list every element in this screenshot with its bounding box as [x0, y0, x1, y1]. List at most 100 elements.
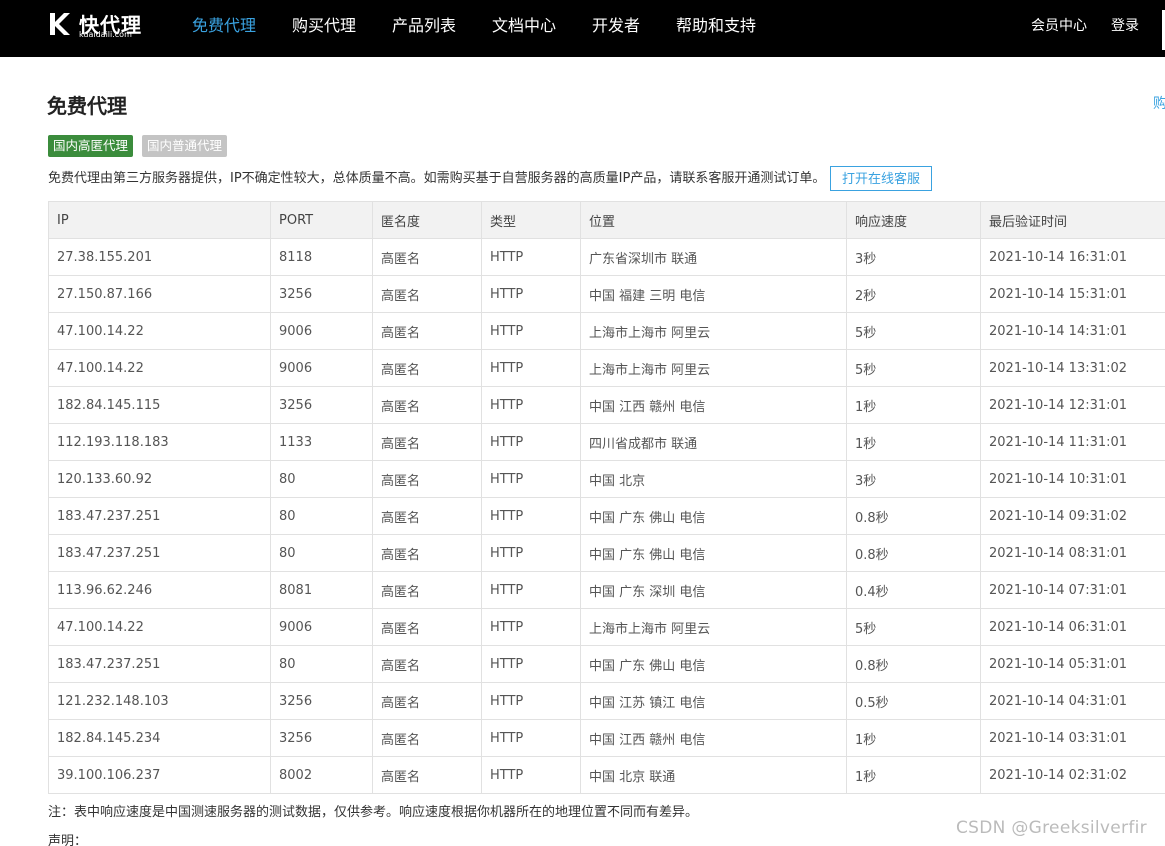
cell-location: 中国 江苏 镇江 电信: [580, 682, 847, 720]
cell-anonymity: 高匿名: [372, 608, 482, 646]
cell-port: 3256: [270, 719, 373, 757]
cell-type: HTTP: [481, 349, 581, 387]
cell-anonymity: 高匿名: [372, 460, 482, 498]
cell-location: 中国 福建 三明 电信: [580, 275, 847, 313]
cell-speed: 1秒: [846, 756, 981, 794]
cell-port: 80: [270, 534, 373, 572]
member-center-link[interactable]: 会员中心: [1031, 15, 1087, 37]
cell-port: 1133: [270, 423, 373, 461]
header-anonymity: 匿名度: [372, 201, 482, 239]
cell-port: 3256: [270, 682, 373, 720]
table-row: 112.193.118.183 1133 高匿名 HTTP 四川省成都市 联通 1秒 202…: [48, 423, 1165, 461]
cell-ip: 183.47.237.251: [48, 497, 271, 535]
cell-ip: 183.47.237.251: [48, 645, 271, 683]
nav-help-support[interactable]: 帮助和支持: [676, 14, 756, 38]
cell-type: HTTP: [481, 312, 581, 350]
cell-anonymity: 高匿名: [372, 682, 482, 720]
buy-link-partial[interactable]: 购: [1153, 93, 1165, 113]
cell-speed: 3秒: [846, 238, 981, 276]
cell-last-verified: 2021-10-14 07:31:01: [980, 571, 1165, 609]
cell-last-verified: 2021-10-14 09:31:02: [980, 497, 1165, 535]
online-service-button[interactable]: 打开在线客服: [830, 166, 932, 191]
speed-note: 注：表中响应速度是中国测速服务器的测试数据，仅供参考。响应速度根据你机器所在的地…: [48, 805, 699, 820]
cell-port: 8118: [270, 238, 373, 276]
cell-type: HTTP: [481, 460, 581, 498]
cell-anonymity: 高匿名: [372, 645, 482, 683]
cell-speed: 3秒: [846, 460, 981, 498]
logo-k-icon: [50, 13, 70, 35]
nav-developer[interactable]: 开发者: [592, 14, 640, 38]
table-row: 120.133.60.92 80 高匿名 HTTP 中国 北京 3秒 2021-10-14 …: [48, 460, 1165, 498]
cell-location: 中国 广东 深圳 电信: [580, 571, 847, 609]
cell-anonymity: 高匿名: [372, 238, 482, 276]
cell-type: HTTP: [481, 756, 581, 794]
cell-port: 9006: [270, 312, 373, 350]
cell-location: 中国 广东 佛山 电信: [580, 534, 847, 572]
cell-last-verified: 2021-10-14 16:31:01: [980, 238, 1165, 276]
tab-high-anonymous[interactable]: 国内高匿代理: [48, 135, 134, 157]
cell-last-verified: 2021-10-14 05:31:01: [980, 645, 1165, 683]
cell-port: 3256: [270, 386, 373, 424]
cell-anonymity: 高匿名: [372, 571, 482, 609]
cell-speed: 2秒: [846, 275, 981, 313]
cell-type: HTTP: [481, 608, 581, 646]
nav-free-proxy[interactable]: 免费代理: [192, 14, 256, 38]
description-text: 免费代理由第三方服务器提供，IP不确定性较大，总体质量不高。如需购买基于自营服务…: [48, 171, 826, 186]
cell-type: HTTP: [481, 238, 581, 276]
cell-speed: 5秒: [846, 349, 981, 387]
cell-anonymity: 高匿名: [372, 423, 482, 461]
table-row: 121.232.148.103 3256 高匿名 HTTP 中国 江苏 镇江 电信 0.5…: [48, 682, 1165, 720]
cell-ip: 47.100.14.22: [48, 349, 271, 387]
site-logo[interactable]: 快代理 kuaidaili.com: [47, 11, 143, 39]
cell-last-verified: 2021-10-14 08:31:01: [980, 534, 1165, 572]
cell-location: 上海市上海市 阿里云: [580, 349, 847, 387]
cell-port: 80: [270, 497, 373, 535]
cell-ip: 112.193.118.183: [48, 423, 271, 461]
cell-port: 8081: [270, 571, 373, 609]
cell-speed: 5秒: [846, 608, 981, 646]
cell-location: 中国 广东 佛山 电信: [580, 645, 847, 683]
cell-speed: 0.8秒: [846, 497, 981, 535]
cell-type: HTTP: [481, 682, 581, 720]
cell-last-verified: 2021-10-14 03:31:01: [980, 719, 1165, 757]
cell-ip: 183.47.237.251: [48, 534, 271, 572]
proxy-table: IP PORT 匿名度 类型 位置 响应速度 最后验证时间 27.38.155.…: [48, 201, 1165, 794]
cell-port: 80: [270, 460, 373, 498]
cell-speed: 0.5秒: [846, 682, 981, 720]
nav-buy-proxy[interactable]: 购买代理: [292, 14, 356, 38]
nav-docs[interactable]: 文档中心: [492, 14, 556, 38]
cell-port: 9006: [270, 349, 373, 387]
cell-last-verified: 2021-10-14 02:31:02: [980, 756, 1165, 794]
header-port: PORT: [270, 201, 373, 239]
logo-domain: kuaidaili.com: [79, 30, 132, 39]
cell-last-verified: 2021-10-14 11:31:01: [980, 423, 1165, 461]
cell-port: 80: [270, 645, 373, 683]
cell-type: HTTP: [481, 571, 581, 609]
cell-location: 中国 北京: [580, 460, 847, 498]
cell-last-verified: 2021-10-14 04:31:01: [980, 682, 1165, 720]
table-row: 27.38.155.201 8118 高匿名 HTTP 广东省深圳市 联通 3秒 2021-…: [48, 238, 1165, 276]
table-header-row: IP PORT 匿名度 类型 位置 响应速度 最后验证时间: [48, 201, 1165, 239]
table-row: 113.96.62.246 8081 高匿名 HTTP 中国 广东 深圳 电信 0.4秒 2…: [48, 571, 1165, 609]
cell-type: HTTP: [481, 386, 581, 424]
cell-anonymity: 高匿名: [372, 497, 482, 535]
top-navbar: 快代理 kuaidaili.com 免费代理 购买代理 产品列表 文档中心 开发…: [0, 0, 1165, 57]
cell-anonymity: 高匿名: [372, 534, 482, 572]
cell-last-verified: 2021-10-14 06:31:01: [980, 608, 1165, 646]
cell-type: HTTP: [481, 645, 581, 683]
table-row: 183.47.237.251 80 高匿名 HTTP 中国 广东 佛山 电信 0.8秒 20…: [48, 534, 1165, 572]
cell-ip: 120.133.60.92: [48, 460, 271, 498]
login-link[interactable]: 登录: [1111, 15, 1139, 37]
header-location: 位置: [580, 201, 847, 239]
tab-normal-proxy[interactable]: 国内普通代理: [142, 135, 228, 157]
header-last-verified: 最后验证时间: [980, 201, 1165, 239]
cell-last-verified: 2021-10-14 13:31:02: [980, 349, 1165, 387]
cell-ip: 113.96.62.246: [48, 571, 271, 609]
cell-port: 3256: [270, 275, 373, 313]
cell-location: 四川省成都市 联通: [580, 423, 847, 461]
table-row: 182.84.145.234 3256 高匿名 HTTP 中国 江西 赣州 电信 1秒 20…: [48, 719, 1165, 757]
table-row: 39.100.106.237 8002 高匿名 HTTP 中国 北京 联通 1秒 2021-…: [48, 756, 1165, 794]
cell-ip: 27.150.87.166: [48, 275, 271, 313]
cell-type: HTTP: [481, 719, 581, 757]
nav-product-list[interactable]: 产品列表: [392, 14, 456, 38]
